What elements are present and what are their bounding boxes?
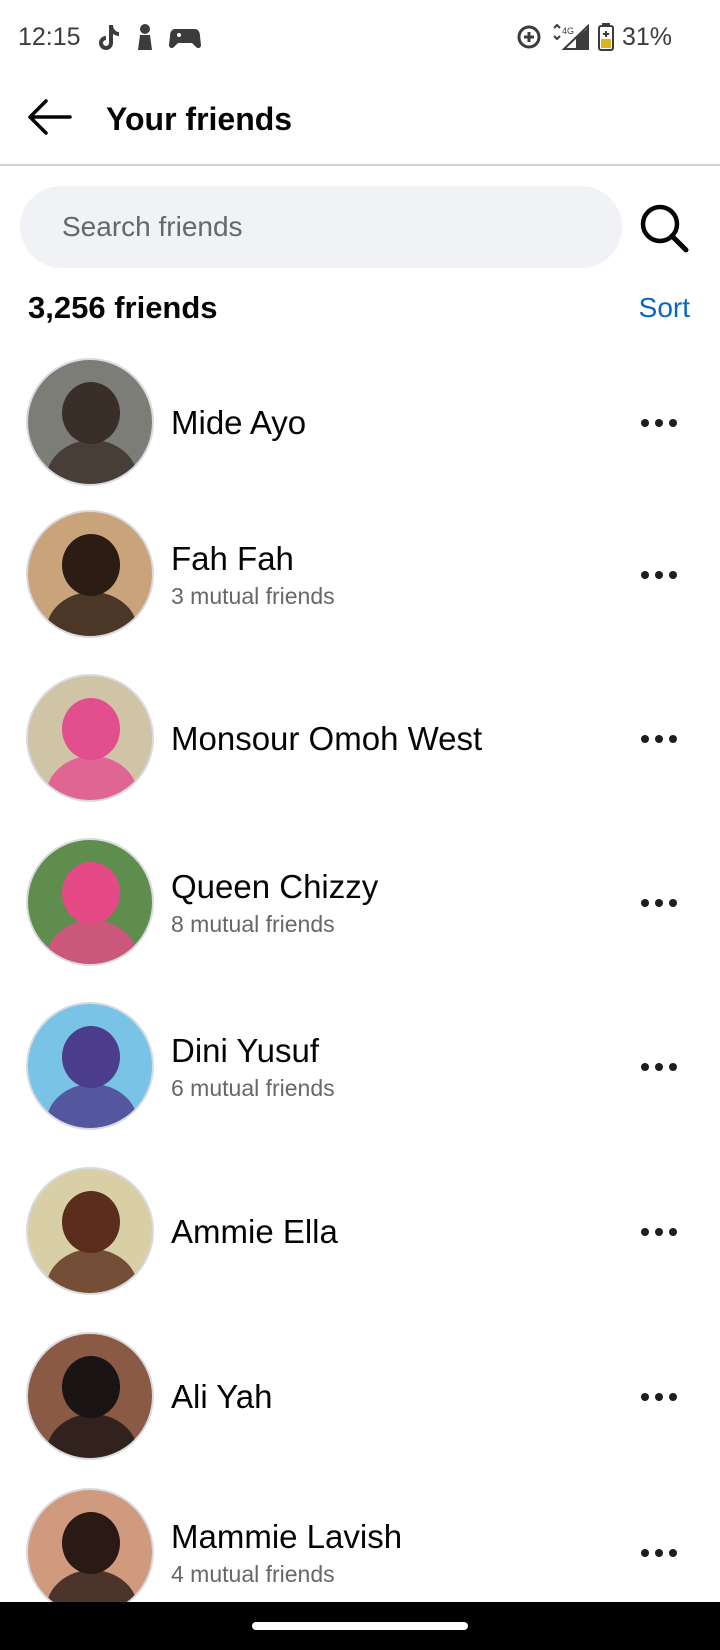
avatar-photo-body bbox=[46, 1084, 138, 1128]
avatar-photo-body bbox=[46, 920, 138, 964]
friend-row[interactable]: Ammie Ella bbox=[0, 1149, 720, 1314]
more-horizontal-icon bbox=[641, 734, 677, 743]
battery-level: 31% bbox=[621, 22, 672, 51]
more-horizontal-icon bbox=[641, 1548, 677, 1557]
home-gesture-handle[interactable] bbox=[252, 1622, 468, 1630]
network-type: 4G bbox=[562, 26, 574, 36]
friend-options-button[interactable] bbox=[628, 1531, 690, 1575]
friend-avatar[interactable] bbox=[26, 510, 154, 638]
status-bar: 12:15 4G 31% bbox=[0, 0, 720, 74]
friend-name: Ali Yah bbox=[171, 1377, 273, 1415]
friend-info[interactable]: Fah Fah 3 mutual friends bbox=[171, 539, 335, 611]
avatar-photo-figure bbox=[62, 534, 120, 596]
avatar-photo-figure bbox=[62, 1191, 120, 1253]
avatar-photo-figure bbox=[62, 1512, 120, 1574]
friend-row[interactable]: Ali Yah bbox=[0, 1314, 720, 1479]
avatar-photo-figure bbox=[62, 1026, 120, 1088]
friend-name: Dini Yusuf bbox=[171, 1031, 319, 1069]
friend-info[interactable]: Dini Yusuf 6 mutual friends bbox=[171, 1031, 335, 1103]
search-button[interactable] bbox=[636, 200, 692, 256]
data-saver-icon bbox=[516, 24, 542, 50]
avatar-photo-body bbox=[46, 1414, 138, 1458]
friend-avatar[interactable] bbox=[26, 838, 154, 966]
friend-name: Fah Fah bbox=[171, 539, 294, 577]
friend-options-button[interactable] bbox=[628, 1045, 690, 1089]
friends-count: 3,256 friends bbox=[28, 290, 218, 325]
friend-avatar[interactable] bbox=[26, 1332, 154, 1460]
battery-icon bbox=[597, 23, 614, 51]
friend-avatar[interactable] bbox=[26, 674, 154, 802]
status-time: 12:15 bbox=[18, 22, 81, 51]
friend-name: Monsour Omoh West bbox=[171, 719, 483, 757]
more-horizontal-icon bbox=[641, 570, 677, 579]
friend-name: Queen Chizzy bbox=[171, 867, 379, 905]
mutual-friends-count: 3 mutual friends bbox=[171, 582, 335, 609]
friend-avatar[interactable] bbox=[26, 358, 154, 486]
search-icon bbox=[636, 204, 692, 260]
friend-name: Ammie Ella bbox=[171, 1212, 338, 1250]
mutual-friends-count: 6 mutual friends bbox=[171, 1074, 335, 1101]
friend-info[interactable]: Monsour Omoh West bbox=[171, 719, 482, 759]
friend-row[interactable]: Fah Fah 3 mutual friends bbox=[0, 492, 720, 657]
friend-options-button[interactable] bbox=[628, 1210, 690, 1254]
friend-avatar[interactable] bbox=[26, 1167, 154, 1295]
friend-info[interactable]: Ali Yah bbox=[171, 1377, 273, 1417]
friend-row[interactable]: Monsour Omoh West bbox=[0, 656, 720, 821]
page-title: Your friends bbox=[106, 100, 293, 137]
more-horizontal-icon bbox=[641, 1392, 677, 1401]
friend-name: Mide Ayo bbox=[171, 403, 307, 441]
avatar-photo-body bbox=[46, 756, 138, 800]
system-navigation-bar bbox=[0, 1602, 720, 1650]
friend-row[interactable]: Mide Ayo bbox=[0, 340, 720, 505]
friend-options-button[interactable] bbox=[628, 1375, 690, 1419]
avatar-photo-figure bbox=[62, 862, 120, 924]
avatar-photo-figure bbox=[62, 382, 120, 444]
friend-options-button[interactable] bbox=[628, 717, 690, 761]
friend-row[interactable]: Dini Yusuf 6 mutual friends bbox=[0, 984, 720, 1149]
search-bar bbox=[0, 186, 720, 270]
avatar-photo-body bbox=[46, 1249, 138, 1293]
friend-avatar[interactable] bbox=[26, 1002, 154, 1130]
friend-options-button[interactable] bbox=[628, 553, 690, 597]
friend-row[interactable]: Queen Chizzy 8 mutual friends bbox=[0, 820, 720, 985]
signal-icon: 4G bbox=[550, 24, 590, 50]
arrow-left-icon bbox=[26, 97, 72, 142]
avatar-photo-figure bbox=[62, 698, 120, 760]
friend-options-button[interactable] bbox=[628, 881, 690, 925]
friends-count-row: 3,256 friends Sort bbox=[0, 280, 720, 336]
sort-button[interactable]: Sort bbox=[639, 292, 692, 324]
friend-info[interactable]: Queen Chizzy 8 mutual friends bbox=[171, 867, 378, 939]
app-header: Your friends bbox=[0, 74, 720, 166]
friend-info[interactable]: Mide Ayo bbox=[171, 403, 306, 443]
gamepad-icon bbox=[168, 25, 201, 49]
avatar-photo-figure bbox=[62, 1356, 120, 1418]
search-input[interactable] bbox=[20, 186, 622, 268]
friend-info[interactable]: Mammie Lavish 4 mutual friends bbox=[171, 1517, 402, 1589]
mutual-friends-count: 4 mutual friends bbox=[171, 1560, 335, 1587]
tiktok-icon bbox=[95, 23, 121, 51]
back-button[interactable] bbox=[0, 73, 106, 165]
avatar-photo-body bbox=[46, 592, 138, 636]
person-icon bbox=[135, 23, 155, 51]
friend-options-button[interactable] bbox=[628, 401, 690, 445]
friend-info[interactable]: Ammie Ella bbox=[171, 1212, 338, 1252]
mutual-friends-count: 8 mutual friends bbox=[171, 910, 335, 937]
friend-avatar[interactable] bbox=[26, 1488, 154, 1616]
more-horizontal-icon bbox=[641, 1227, 677, 1236]
avatar-photo-body bbox=[46, 440, 138, 484]
more-horizontal-icon bbox=[641, 418, 677, 427]
friend-name: Mammie Lavish bbox=[171, 1517, 403, 1555]
more-horizontal-icon bbox=[641, 1062, 677, 1071]
more-horizontal-icon bbox=[641, 898, 677, 907]
